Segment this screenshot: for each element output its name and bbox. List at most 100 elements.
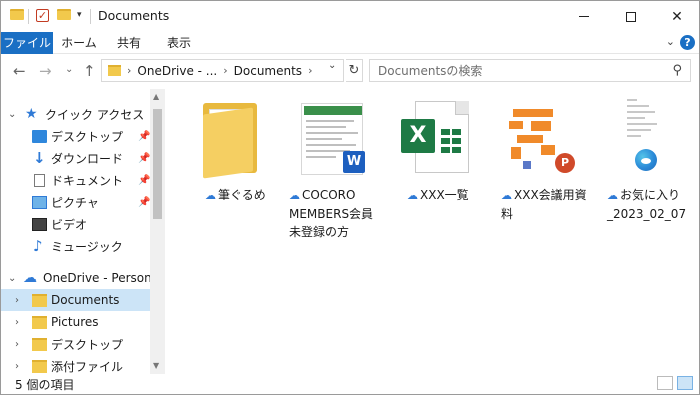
document-line [306,138,342,140]
slide-box-shape [523,161,531,169]
scroll-down-arrow-icon[interactable]: ▼ [153,361,159,370]
pin-icon[interactable]: 📌 [138,197,150,208]
pin-icon[interactable]: 📌 [138,153,150,164]
tab-file[interactable]: ファイル [1,32,53,54]
file-item[interactable]: W ☁ COCORO MEMBERS会員 未登録の方 [285,97,385,239]
breadcrumb-documents[interactable]: Documents [234,64,302,78]
cloud-status-icon: ☁ [289,189,300,202]
tab-view[interactable]: 表示 [157,32,201,54]
close-button[interactable]: ✕ [654,1,700,32]
minimize-button[interactable] [561,1,607,32]
customize-toolbar-chevron-icon[interactable]: ▾ [77,10,82,20]
excel-x-badge: X [401,119,435,153]
item-count: 5 個の項目 [15,378,75,392]
sheet-cell [441,147,450,153]
details-view-icon[interactable] [657,376,673,390]
breadcrumb-separator-icon[interactable]: › [127,64,131,77]
tab-home[interactable]: ホーム [57,32,101,54]
sheet-cell [441,129,450,135]
folder-icon [32,293,47,307]
address-bar[interactable]: › OneDrive - ... › Documents › [101,59,344,82]
minimize-icon [579,16,589,17]
navigation-pane: ⌄ ★ クイック アクセス デスクトップ 📌 ↓ ダウンロード 📌 ドキュメント… [1,89,165,374]
search-input[interactable] [378,62,658,79]
nav-item-documents[interactable]: ドキュメント 📌 [1,169,150,191]
back-arrow-icon[interactable]: ← [13,62,26,80]
nav-item-desktop-folder[interactable]: › デスクトップ [1,333,150,355]
expand-chevron-icon[interactable]: ⌄ [8,109,16,120]
text-line [627,123,657,125]
slide-box-shape [531,121,551,131]
nav-quick-access[interactable]: ⌄ ★ クイック アクセス [1,103,150,125]
video-icon [32,217,47,231]
expand-chevron-right-icon[interactable]: › [15,339,19,350]
pin-icon[interactable]: 📌 [138,175,150,186]
edge-html-icon [603,97,700,182]
file-item[interactable]: X ☁ XXX一覧 [391,97,491,237]
nav-item-music[interactable]: ♪ ミュージック [1,235,150,257]
expand-chevron-right-icon[interactable]: › [15,361,19,372]
title-bar: ✓ ▾ Documents ✕ [1,1,699,32]
music-icon: ♪ [33,236,43,255]
nav-item-desktop[interactable]: デスクトップ 📌 [1,125,150,147]
nav-label: クイック アクセス [45,107,145,122]
breadcrumb-separator-icon[interactable]: › [223,64,227,77]
onedrive-cloud-icon: ☁ [23,269,37,286]
file-item[interactable]: ☁ 筆ぐるめ [187,97,287,237]
help-icon[interactable]: ? [680,35,695,50]
explorer-window: ✓ ▾ Documents ✕ ファイル ホーム 共有 表示 ⌄ ? ← → ⌄… [0,0,700,395]
breadcrumb-separator-icon[interactable]: › [308,64,312,77]
tab-share[interactable]: 共有 [109,32,149,54]
pin-icon[interactable]: 📌 [138,131,150,142]
cloud-status-icon: ☁ [501,189,512,202]
nav-label: ダウンロード [51,151,124,166]
new-folder-icon[interactable] [57,9,71,20]
scrollbar-thumb[interactable] [153,109,162,219]
nav-label: 添付ファイル [51,359,124,374]
nav-label: OneDrive - Personal [43,271,163,285]
maximize-button[interactable] [608,1,654,32]
text-line [627,117,645,119]
recent-locations-chevron-icon[interactable]: ⌄ [65,64,73,75]
star-icon: ★ [25,105,38,122]
document-header-bar [304,106,362,115]
expand-chevron-right-icon[interactable]: › [15,295,19,306]
expand-ribbon-chevron-icon[interactable]: ⌄ [666,35,675,48]
nav-item-pictures-folder[interactable]: › Pictures [1,311,150,333]
breadcrumb-onedrive[interactable]: OneDrive - ... [137,64,217,78]
powerpoint-icon: P [497,97,597,182]
cloud-status-icon: ☁ [407,189,418,202]
up-arrow-icon[interactable]: ↑ [83,62,96,80]
properties-check-icon[interactable]: ✓ [36,9,49,22]
toolbar-divider [90,9,91,24]
nav-onedrive[interactable]: ⌄ ☁ OneDrive - Personal [1,267,162,289]
search-box[interactable]: ⚲ [369,59,691,82]
toolbar-divider [28,9,29,24]
large-icons-view-icon[interactable] [677,376,693,390]
expand-chevron-icon[interactable]: ⌄ [8,273,16,284]
address-row: ← → ⌄ ↑ › OneDrive - ... › Documents › ⌄… [1,54,699,86]
text-line [627,135,641,137]
close-icon: ✕ [671,8,683,25]
file-name-text: COCORO MEMBERS会員 未登録の方 [289,188,374,239]
nav-item-documents-folder[interactable]: › Documents [1,289,150,311]
file-name: ☁ XXX一覧 [407,186,503,205]
file-item[interactable]: ☁ お気に入り _2023_02_07 [603,97,700,237]
scroll-up-arrow-icon[interactable]: ▲ [153,92,159,101]
nav-item-pictures[interactable]: ピクチャ 📌 [1,191,150,213]
document-line [306,126,346,128]
forward-arrow-icon[interactable]: → [39,62,52,80]
expand-chevron-right-icon[interactable]: › [15,317,19,328]
address-dropdown-chevron-icon[interactable]: ⌄ [328,60,336,71]
file-name: ☁ XXX会議用資 料 [501,186,597,223]
file-item[interactable]: P ☁ XXX会議用資 料 [497,97,597,237]
nav-item-downloads[interactable]: ↓ ダウンロード 📌 [1,147,150,169]
nav-item-videos[interactable]: ビデオ [1,213,150,235]
nav-scrollbar[interactable]: ▲ ▼ [150,89,165,374]
search-icon[interactable]: ⚲ [672,63,682,78]
refresh-icon[interactable]: ↻ [346,59,363,82]
cloud-status-icon: ☁ [607,189,618,202]
nav-label: Pictures [51,315,99,329]
sheet-cell [452,147,461,153]
nav-label: ピクチャ [51,195,99,210]
